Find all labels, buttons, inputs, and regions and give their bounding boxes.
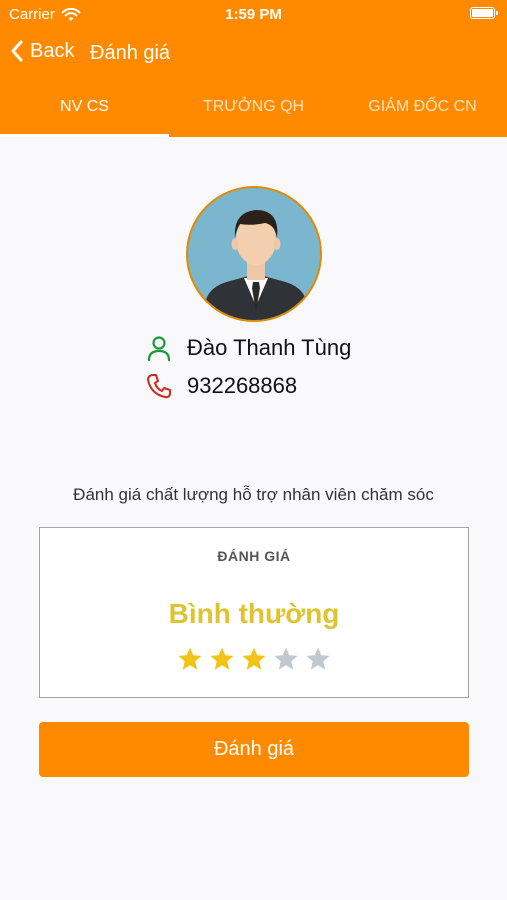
star-filled-icon[interactable] xyxy=(209,646,235,672)
avatar-person-illustration xyxy=(202,210,310,320)
tab-label: NV CS xyxy=(60,98,109,115)
status-bar: Carrier 1:59 PM xyxy=(0,0,507,28)
submit-rating-button[interactable]: Đánh giá xyxy=(39,722,469,777)
star-empty-icon[interactable] xyxy=(305,646,331,672)
chevron-left-icon xyxy=(11,40,23,62)
status-time: 1:59 PM xyxy=(225,6,282,23)
tab-label: TRƯỞNG QH xyxy=(202,98,305,115)
profile-phone-row: 932268868 xyxy=(145,372,297,400)
star-rating xyxy=(40,646,468,672)
tab-bar: NV CS TRƯỞNG QH GIÁM ĐỐC CN xyxy=(0,88,507,137)
back-label: Back xyxy=(30,39,75,62)
tab-label: GIÁM ĐỐC CN xyxy=(368,98,477,115)
star-empty-icon[interactable] xyxy=(273,646,299,672)
profile-name-row: Đào Thanh Tùng xyxy=(145,334,351,362)
avatar xyxy=(186,186,322,322)
rating-card: ĐÁNH GIÁ Bình thường xyxy=(39,527,469,698)
rating-prompt: Đánh giá chất lượng hỗ trợ nhân viên chă… xyxy=(73,485,434,504)
rating-header: ĐÁNH GIÁ xyxy=(217,548,291,564)
navigation-bar: Back Đánh giá xyxy=(0,36,507,72)
tab-giam-doc-cn[interactable]: GIÁM ĐỐC CN xyxy=(338,88,507,137)
rating-value-label: Bình thường xyxy=(168,598,340,629)
page-title: Đánh giá xyxy=(90,42,171,64)
app-header: Carrier 1:59 PM Back Đánh giá NV CS TRƯỞ… xyxy=(0,0,507,137)
back-button[interactable]: Back xyxy=(10,39,74,63)
tab-truong-qh[interactable]: TRƯỞNG QH xyxy=(169,88,338,137)
profile-name: Đào Thanh Tùng xyxy=(187,335,352,360)
tab-nv-cs[interactable]: NV CS xyxy=(0,88,169,137)
person-icon xyxy=(147,336,171,362)
star-filled-icon[interactable] xyxy=(177,646,203,672)
battery-icon xyxy=(470,7,498,19)
star-filled-icon[interactable] xyxy=(241,646,267,672)
phone-icon xyxy=(147,374,171,399)
profile-phone[interactable]: 932268868 xyxy=(187,373,297,399)
